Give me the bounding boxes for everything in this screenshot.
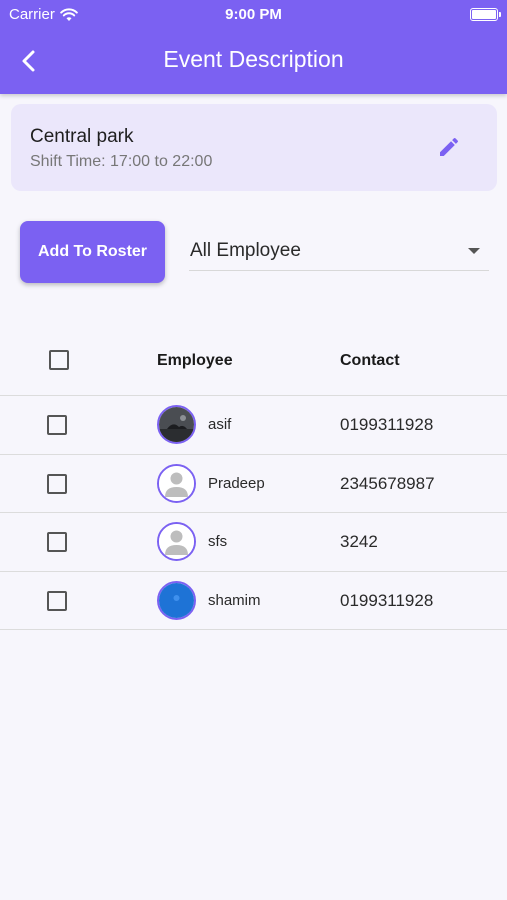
person-placeholder-icon	[159, 466, 194, 501]
employee-contact: 0199311928	[340, 591, 434, 610]
event-shift-time: Shift Time: 17:00 to 22:00	[30, 153, 213, 170]
row-checkbox[interactable]	[47, 474, 67, 494]
select-all-checkbox[interactable]	[49, 350, 69, 370]
edit-event-button[interactable]	[437, 135, 461, 159]
add-to-roster-button[interactable]: Add To Roster	[20, 221, 165, 283]
contact-column-header: Contact	[340, 352, 400, 369]
table-row[interactable]: asif 0199311928	[0, 395, 507, 454]
page-title: Event Description	[163, 46, 344, 72]
employee-name: Pradeep	[208, 475, 265, 492]
employee-contact: 0199311928	[340, 415, 434, 434]
table-row[interactable]: shamim 0199311928	[0, 571, 507, 630]
event-name: Central park	[30, 126, 134, 147]
row-checkbox[interactable]	[47, 415, 67, 435]
blue-avatar-icon	[159, 583, 194, 618]
employee-contact: 2345678987	[340, 474, 435, 493]
caret-down-icon	[468, 248, 480, 254]
row-checkbox[interactable]	[47, 532, 67, 552]
event-card: Central park Shift Time: 17:00 to 22:00	[11, 104, 497, 191]
row-checkbox[interactable]	[47, 591, 67, 611]
employee-filter-value: All Employee	[190, 240, 301, 261]
table-row[interactable]: sfs 3242	[0, 512, 507, 571]
pencil-icon	[440, 137, 459, 156]
avatar	[157, 464, 196, 503]
photo-avatar-icon	[159, 407, 194, 442]
status-time: 9:00 PM	[225, 6, 282, 23]
employee-column-header: Employee	[157, 352, 233, 369]
battery-icon	[470, 8, 501, 21]
avatar	[157, 522, 196, 561]
employee-name: shamim	[208, 592, 261, 609]
employee-name: sfs	[208, 533, 228, 550]
status-bar: Carrier 9:00 PM	[0, 4, 507, 26]
person-placeholder-icon	[159, 524, 194, 559]
employee-name: asif	[208, 416, 232, 433]
table-row[interactable]: Pradeep 2345678987	[0, 454, 507, 513]
employee-filter-dropdown[interactable]: All Employee	[189, 233, 489, 271]
app-header: Carrier 9:00 PM Event Description	[0, 0, 507, 94]
avatar	[157, 405, 196, 444]
employee-contact: 3242	[340, 532, 378, 551]
avatar	[157, 581, 196, 620]
